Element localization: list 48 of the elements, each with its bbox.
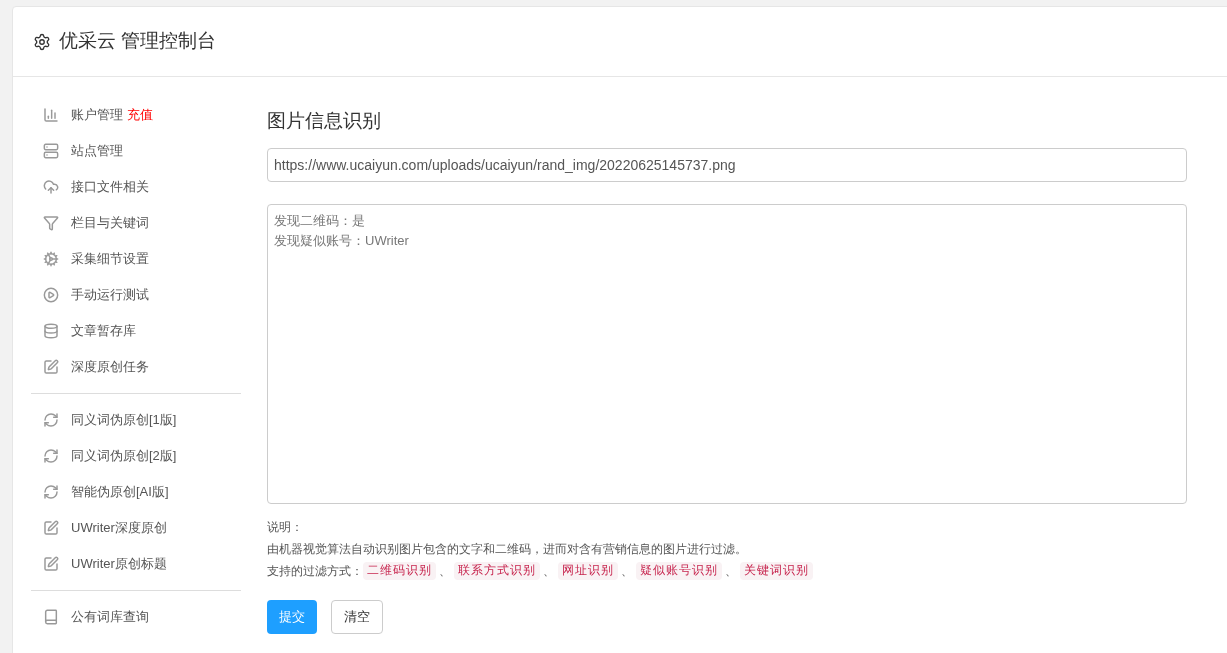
result-line: 发现疑似账号：UWriter: [274, 231, 410, 250]
sidebar-item[interactable]: 同义词伪原创[2版]: [71, 446, 177, 466]
notes-description: 由机器视觉算法自动识别图片包含的文字和二维码，进而对含有营销信息的图片进行过滤。: [267, 540, 748, 558]
sidebar-item[interactable]: 文章暂存库: [71, 321, 136, 341]
filter-method-tag: 关键词识别: [740, 561, 813, 580]
sidebar-item[interactable]: 接口文件相关: [71, 177, 149, 197]
sidebar-item[interactable]: UWriter深度原创: [71, 518, 167, 538]
refresh-icon: [43, 412, 59, 428]
page-heading: 图片信息识别: [267, 109, 382, 133]
methods-label: 支持的过滤方式：: [267, 562, 363, 580]
cloud-upload-icon: [43, 179, 59, 195]
sidebar-item[interactable]: 栏目与关键词: [71, 213, 149, 233]
separator: 、: [542, 562, 556, 580]
edit-icon: [43, 359, 59, 375]
edit-icon: [43, 520, 59, 536]
filter-method-tag: 网址识别: [558, 561, 618, 580]
result-line: 发现二维码：是: [274, 211, 366, 230]
separator: 、: [438, 562, 452, 580]
clear-button[interactable]: 清空: [331, 599, 383, 634]
sidebar-item[interactable]: 采集细节设置: [71, 249, 149, 269]
filter-method-tag: 疑似账号识别: [636, 561, 722, 580]
separator: 、: [620, 562, 634, 580]
filter-method-tag: 联系方式识别: [454, 561, 540, 580]
settings-icon: [33, 32, 51, 51]
sidebar-item[interactable]: 站点管理: [71, 141, 123, 161]
refresh-icon: [43, 484, 59, 500]
result-box[interactable]: 发现二维码：是 发现疑似账号：UWriter: [267, 203, 1187, 504]
sidebar-item[interactable]: 深度原创任务: [71, 357, 149, 377]
sidebar-item[interactable]: 公有词库查询: [71, 607, 149, 627]
sidebar-item[interactable]: 智能伪原创[AI版]: [71, 482, 169, 502]
sidebar-item[interactable]: 手动运行测试: [71, 285, 149, 305]
sidebar-item[interactable]: 同义词伪原创[1版]: [71, 410, 177, 430]
app-title: 优采云 管理控制台: [59, 29, 217, 54]
play-icon: [43, 287, 59, 303]
bar-chart-icon: [43, 107, 59, 123]
url-field[interactable]: https://www.ucaiyun.com/uploads/ucaiyun/rand_img/20220625145737.png: [267, 147, 1187, 182]
recharge-link[interactable]: 充值: [127, 105, 153, 125]
book-icon: [43, 609, 59, 625]
edit-icon: [43, 556, 59, 572]
refresh-icon: [43, 448, 59, 464]
filter-icon: [43, 215, 59, 231]
sidebar-item[interactable]: UWriter原创标题: [71, 554, 167, 574]
server-icon: [43, 143, 59, 159]
filter-method-tag: 二维码识别: [363, 561, 436, 580]
sidebar-item[interactable]: 账户管理: [71, 105, 123, 125]
database-icon: [43, 323, 59, 339]
notes-title: 说明：: [267, 518, 304, 536]
separator: 、: [724, 562, 738, 580]
